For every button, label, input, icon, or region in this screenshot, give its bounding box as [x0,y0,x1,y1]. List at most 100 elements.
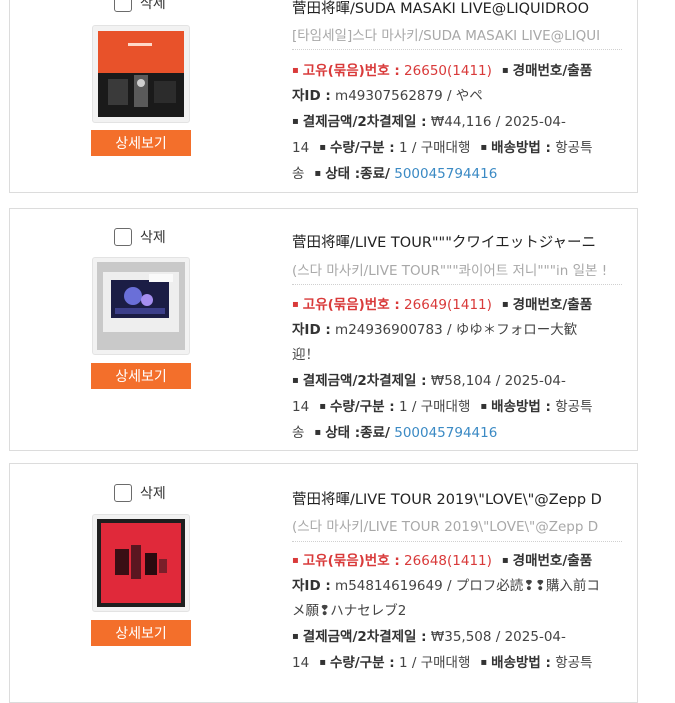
order-card: 삭제 상세보기 菅田将暉/LIVE TOUR 2019\"LOVE\"@Zepp… [9,463,638,703]
auction-line-cont: メ願❢ハナセレブ2 [292,599,622,624]
shipping-value-cont: 송 [292,425,305,441]
product-subtitle: (스다 마사키/LIVE TOUR"""콰이어트 저니"""in 일본 ! [292,263,608,279]
bullet-icon: ▪ [314,427,322,438]
unique-number-value: 26649(1411) [404,297,492,313]
auction-label: 경매번호/출품 [512,297,593,313]
order-card: 삭제 상세보기 菅田将暉/LIVE TOUR"""クワイエットジャーニ (스다 … [9,208,638,451]
tracking-link[interactable]: 500045794416 [394,425,497,441]
status-line: 송 ▪ 상태 :종료/ 500045794416 [292,420,622,446]
bullet-icon: ▪ [501,299,509,310]
auction-value: m24936900783 / ゆゆ＊フォロー大歓 [335,322,578,338]
qty-line: 14 ▪ 수량/구분 : 1 / 구매대행 ▪ 배송방법 : 항공특 [292,650,622,676]
payment-value: ₩44,116 / 2025-04- [430,114,566,130]
shipping-value: 항공특 [555,399,593,415]
auction-value-cont: メ願❢ハナセレブ2 [292,603,407,619]
payment-line: ▪ 결제금액/2차결제일 : ₩58,104 / 2025-04- [292,368,622,394]
order-details: ▪ 고유(묶음)번호 : 26650(1411) ▪ 경매번호/출품 자ID : m4… [292,58,622,187]
divider [292,49,622,50]
qty-line: 14 ▪ 수량/구분 : 1 / 구매대행 ▪ 배송방법 : 항공특 [292,394,622,420]
shipping-label: 배송방법 : [491,399,551,415]
auction-value: m49307562879 / やペ [335,88,483,104]
product-thumbnail[interactable] [92,257,190,355]
bullet-icon: ▪ [292,375,299,386]
payment-line: ▪ 결제금액/2차결제일 : ₩44,116 / 2025-04- [292,109,622,135]
qty-label: 수량/구분 : [329,140,395,156]
card-left-column: 삭제 상세보기 [10,464,195,702]
bullet-icon: ▪ [480,142,488,153]
bullet-icon: ▪ [501,555,509,566]
delete-label: 삭제 [140,0,166,12]
divider [292,284,622,285]
bullet-icon: ▪ [319,401,326,412]
shipping-label: 배송방법 : [491,140,551,156]
bullet-icon: ▪ [292,116,299,127]
bullet-icon: ▪ [292,631,299,642]
bullet-icon: ▪ [292,299,299,310]
order-info: 菅田将暉/LIVE TOUR 2019\"LOVE\"@Zepp D (스다 마… [292,464,637,702]
qty-value: 1 / 구매대행 [398,399,471,415]
divider [292,541,622,542]
bullet-icon: ▪ [501,65,509,76]
bullet-icon: ▪ [292,65,299,76]
delete-checkbox-row[interactable]: 삭제 [114,483,166,503]
delete-checkbox[interactable] [114,228,132,246]
payment-value: ₩35,508 / 2025-04- [430,629,566,645]
unique-number-value: 26650(1411) [404,63,492,79]
status-value: 종료/ [360,425,390,441]
detail-button[interactable]: 상세보기 [91,363,191,389]
product-title[interactable]: 菅田将暉/LIVE TOUR"""クワイエットジャーニ [292,231,637,252]
product-title[interactable]: 菅田将暉/LIVE TOUR 2019\"LOVE\"@Zepp D [292,488,637,509]
delete-checkbox-row[interactable]: 삭제 [114,227,166,247]
qty-label: 수량/구분 : [329,655,395,671]
card-left-column: 삭제 상세보기 [10,209,195,450]
detail-button[interactable]: 상세보기 [91,130,191,156]
payment-label: 결제금액/2차결제일 : [302,373,427,389]
auction-line: 자ID : m24936900783 / ゆゆ＊フォロー大歓 [292,318,622,343]
auction-label-cont: 자ID : [292,578,331,594]
bullet-icon: ▪ [319,142,326,153]
qty-value: 1 / 구매대행 [398,140,471,156]
shipping-value: 항공특 [555,655,593,671]
payment-value: ₩58,104 / 2025-04- [430,373,566,389]
shipping-value-cont: 송 [292,166,305,182]
order-details: ▪ 고유(묶음)번호 : 26649(1411) ▪ 경매번호/출품 자ID : m2… [292,292,622,446]
bullet-icon: ▪ [480,401,488,412]
auction-value-cont: 迎！ [292,347,319,363]
detail-button[interactable]: 상세보기 [91,620,191,646]
auction-line: 자ID : m49307562879 / やペ [292,84,622,109]
album-cover-red-icon [97,519,185,607]
delete-checkbox[interactable] [114,0,132,12]
delete-checkbox-row[interactable]: 삭제 [114,0,166,13]
bullet-icon: ▪ [314,168,322,179]
order-info: 菅田将暉/LIVE TOUR"""クワイエットジャーニ (스다 마사키/LIVE… [292,209,637,450]
unique-number-line: ▪ 고유(묶음)번호 : 26648(1411) ▪ 경매번호/출품 [292,548,622,574]
shipping-label: 배송방법 : [491,655,551,671]
auction-label: 경매번호/출품 [512,63,593,79]
bullet-icon: ▪ [319,657,326,668]
shipping-value: 항공특 [555,140,593,156]
qty-value: 1 / 구매대행 [398,655,471,671]
auction-line-cont: 迎！ [292,343,622,368]
auction-value: m54814619649 / プロフ必読❢❢購入前コ [335,578,600,594]
blu-ray-cover-concert-icon [97,262,185,350]
order-card: 삭제 상세보기 菅田将暉/SUDA MASAKI LIVE@LIQUIDROO … [9,0,638,193]
product-subtitle: (스다 마사키/LIVE TOUR 2019\"LOVE\"@Zepp D [292,519,599,535]
auction-label-cont: 자ID : [292,88,331,104]
auction-label-cont: 자ID : [292,322,331,338]
payment-label: 결제금액/2차결제일 : [302,629,427,645]
qty-label: 수량/구분 : [329,399,395,415]
unique-number-label: 고유(묶음)번호 : [302,63,400,79]
delete-label: 삭제 [140,486,166,502]
payment-line: ▪ 결제금액/2차결제일 : ₩35,508 / 2025-04- [292,624,622,650]
delete-checkbox[interactable] [114,484,132,502]
status-label: 상태 : [325,166,361,182]
product-thumbnail[interactable] [92,514,190,612]
product-title[interactable]: 菅田将暉/SUDA MASAKI LIVE@LIQUIDROO [292,0,637,18]
status-line: 송 ▪ 상태 :종료/ 500045794416 [292,161,622,187]
product-thumbnail[interactable] [92,25,190,123]
unique-number-line: ▪ 고유(묶음)번호 : 26649(1411) ▪ 경매번호/출품 [292,292,622,318]
tracking-link[interactable]: 500045794416 [394,166,497,182]
status-value: 종료/ [360,166,390,182]
payment-label: 결제금액/2차결제일 : [302,114,427,130]
payment-value-cont: 14 [292,399,310,415]
